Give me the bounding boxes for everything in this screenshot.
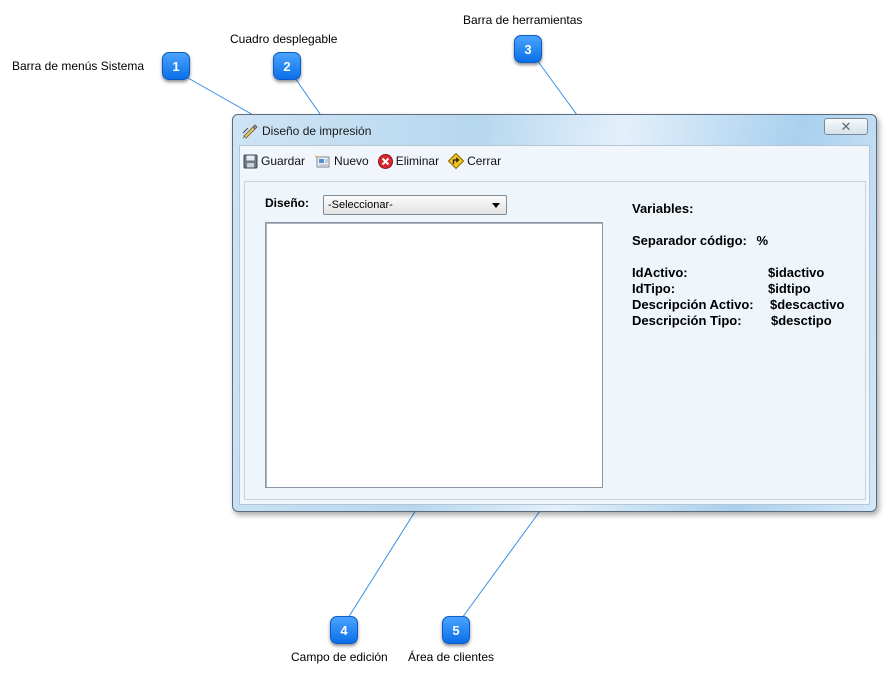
variable-row: Descripción Activo: $descactivo <box>632 297 862 313</box>
variable-name: Descripción Tipo: <box>632 313 742 328</box>
callout-label-1: Barra de menús Sistema <box>12 59 145 73</box>
callout-label-3: Barra de herramientas <box>463 13 583 27</box>
separator-value: % <box>756 233 769 248</box>
variable-name: IdActivo: <box>632 265 688 280</box>
callout-badge-3: 3 <box>514 35 542 63</box>
save-button-label: Guardar <box>261 154 306 168</box>
design-dropdown[interactable]: -Seleccionar- <box>323 195 507 215</box>
variable-row: Descripción Tipo: $desctipo <box>632 313 862 329</box>
delete-x-icon <box>377 153 393 169</box>
variable-name: IdTipo: <box>632 281 676 296</box>
floppy-disk-icon <box>243 154 258 168</box>
callout-badge-2: 2 <box>273 52 301 80</box>
window-close-button[interactable]: ✕ <box>824 118 868 135</box>
variable-token: $descactivo <box>770 297 845 312</box>
client-area: Diseño: -Seleccionar- Variables: Separad… <box>244 181 866 500</box>
variable-token: $desctipo <box>771 313 832 328</box>
design-dropdown-value: -Seleccionar- <box>328 199 393 211</box>
new-button[interactable]: Nuevo <box>314 154 369 169</box>
separator-label: Separador código: <box>632 233 747 248</box>
callout-badge-4: 4 <box>330 616 358 644</box>
variable-row: IdTipo: $idtipo <box>632 281 862 297</box>
toolbar: Guardar Nuevo Eliminar Cerrar <box>243 151 510 171</box>
callout-label-5: Área de clientes <box>408 650 495 664</box>
variable-name: Descripción Activo: <box>632 297 754 312</box>
variable-token: $idtipo <box>768 281 811 296</box>
window-body: Guardar Nuevo Eliminar Cerrar Diseño: -S… <box>239 145 870 505</box>
close-button-label: Cerrar <box>467 154 502 168</box>
callout-label-4: Campo de edición <box>291 650 388 664</box>
delete-button[interactable]: Eliminar <box>377 153 440 169</box>
print-design-window: Diseño de impresión ✕ Guardar Nuevo Elim… <box>232 114 877 512</box>
delete-button-label: Eliminar <box>395 154 440 168</box>
leader-line-5 <box>461 510 541 619</box>
save-button[interactable]: Guardar <box>243 154 305 169</box>
variable-row: IdActivo: $idactivo <box>632 265 862 281</box>
close-button[interactable]: Cerrar <box>448 153 501 169</box>
variables-heading: Variables: <box>632 201 694 216</box>
design-label: Diseño: <box>265 196 310 210</box>
window-title: Diseño de impresión <box>262 124 372 138</box>
pencil-ruler-icon <box>242 124 258 139</box>
exit-sign-icon <box>448 153 465 169</box>
new-document-icon <box>315 154 330 167</box>
separator-row: Separador código: % <box>632 233 768 248</box>
callout-label-2: Cuadro desplegable <box>230 32 338 46</box>
callout-badge-5: 5 <box>442 616 470 644</box>
new-button-label: Nuevo <box>334 154 369 168</box>
dropdown-arrow-icon <box>492 203 500 208</box>
callout-badge-1: 1 <box>162 52 190 80</box>
edit-field[interactable] <box>265 222 603 488</box>
variable-token: $idactivo <box>768 265 825 280</box>
